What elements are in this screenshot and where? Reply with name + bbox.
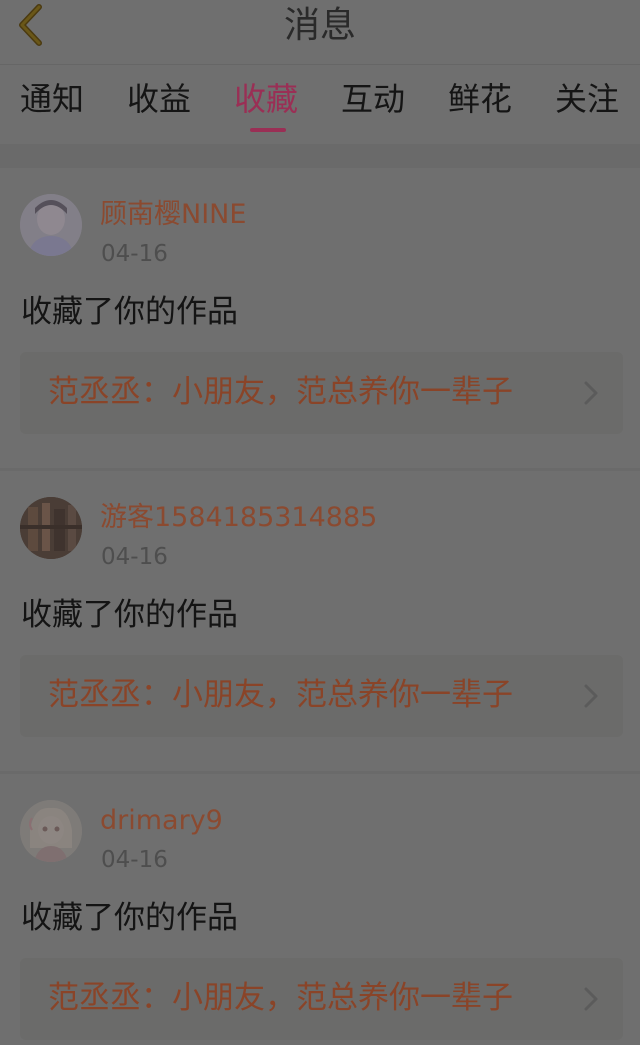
action-text: 收藏了你的作品 — [21, 294, 238, 330]
message-item: drimary9 04-16 收藏了你的作品 范丞丞：小朋友，范总养你一辈子 — [0, 774, 640, 1045]
tab-favorites[interactable]: 收藏 — [234, 79, 298, 119]
message-item: 游客1584185314885 04-16 收藏了你的作品 范丞丞：小朋友，范总… — [0, 471, 640, 771]
username[interactable]: 顾南樱NINE — [100, 198, 246, 232]
avatar[interactable] — [20, 194, 82, 256]
messages-screen: 消息 通知 收益 收藏 互动 鲜花 关注 顾南樱NINE 04-16 收藏了你的… — [0, 0, 640, 1045]
tab-interactions[interactable]: 互动 — [341, 79, 405, 119]
avatar[interactable] — [20, 800, 82, 862]
work-link[interactable]: 范丞丞：小朋友，范总养你一辈子 — [20, 655, 623, 737]
avatar-image — [20, 800, 82, 862]
message-date: 04-16 — [101, 241, 168, 267]
chevron-right-icon — [584, 684, 598, 708]
header-bar: 消息 — [0, 0, 640, 64]
page-title: 消息 — [283, 5, 356, 46]
username[interactable]: 游客1584185314885 — [100, 501, 377, 535]
tab-flowers[interactable]: 鲜花 — [448, 79, 512, 119]
active-tab-indicator — [250, 128, 286, 132]
work-title: 范丞丞：小朋友，范总养你一辈子 — [48, 980, 513, 1016]
chevron-right-icon — [584, 381, 598, 405]
avatar-image — [20, 497, 82, 559]
action-text: 收藏了你的作品 — [21, 900, 238, 936]
tab-bar: 通知 收益 收藏 互动 鲜花 关注 — [0, 64, 640, 144]
work-link[interactable]: 范丞丞：小朋友，范总养你一辈子 — [20, 958, 623, 1040]
tab-notifications[interactable]: 通知 — [20, 79, 84, 119]
avatar-image — [20, 194, 82, 256]
chevron-right-icon — [584, 987, 598, 1011]
tab-earnings[interactable]: 收益 — [127, 79, 191, 119]
tab-following[interactable]: 关注 — [555, 79, 619, 119]
work-title: 范丞丞：小朋友，范总养你一辈子 — [48, 677, 513, 713]
message-date: 04-16 — [101, 544, 168, 570]
action-text: 收藏了你的作品 — [21, 597, 238, 633]
message-item: 顾南樱NINE 04-16 收藏了你的作品 范丞丞：小朋友，范总养你一辈子 — [0, 168, 640, 468]
avatar[interactable] — [20, 497, 82, 559]
work-title: 范丞丞：小朋友，范总养你一辈子 — [48, 374, 513, 410]
work-link[interactable]: 范丞丞：小朋友，范总养你一辈子 — [20, 352, 623, 434]
username[interactable]: drimary9 — [100, 804, 223, 838]
section-divider — [0, 144, 640, 168]
message-date: 04-16 — [101, 847, 168, 873]
